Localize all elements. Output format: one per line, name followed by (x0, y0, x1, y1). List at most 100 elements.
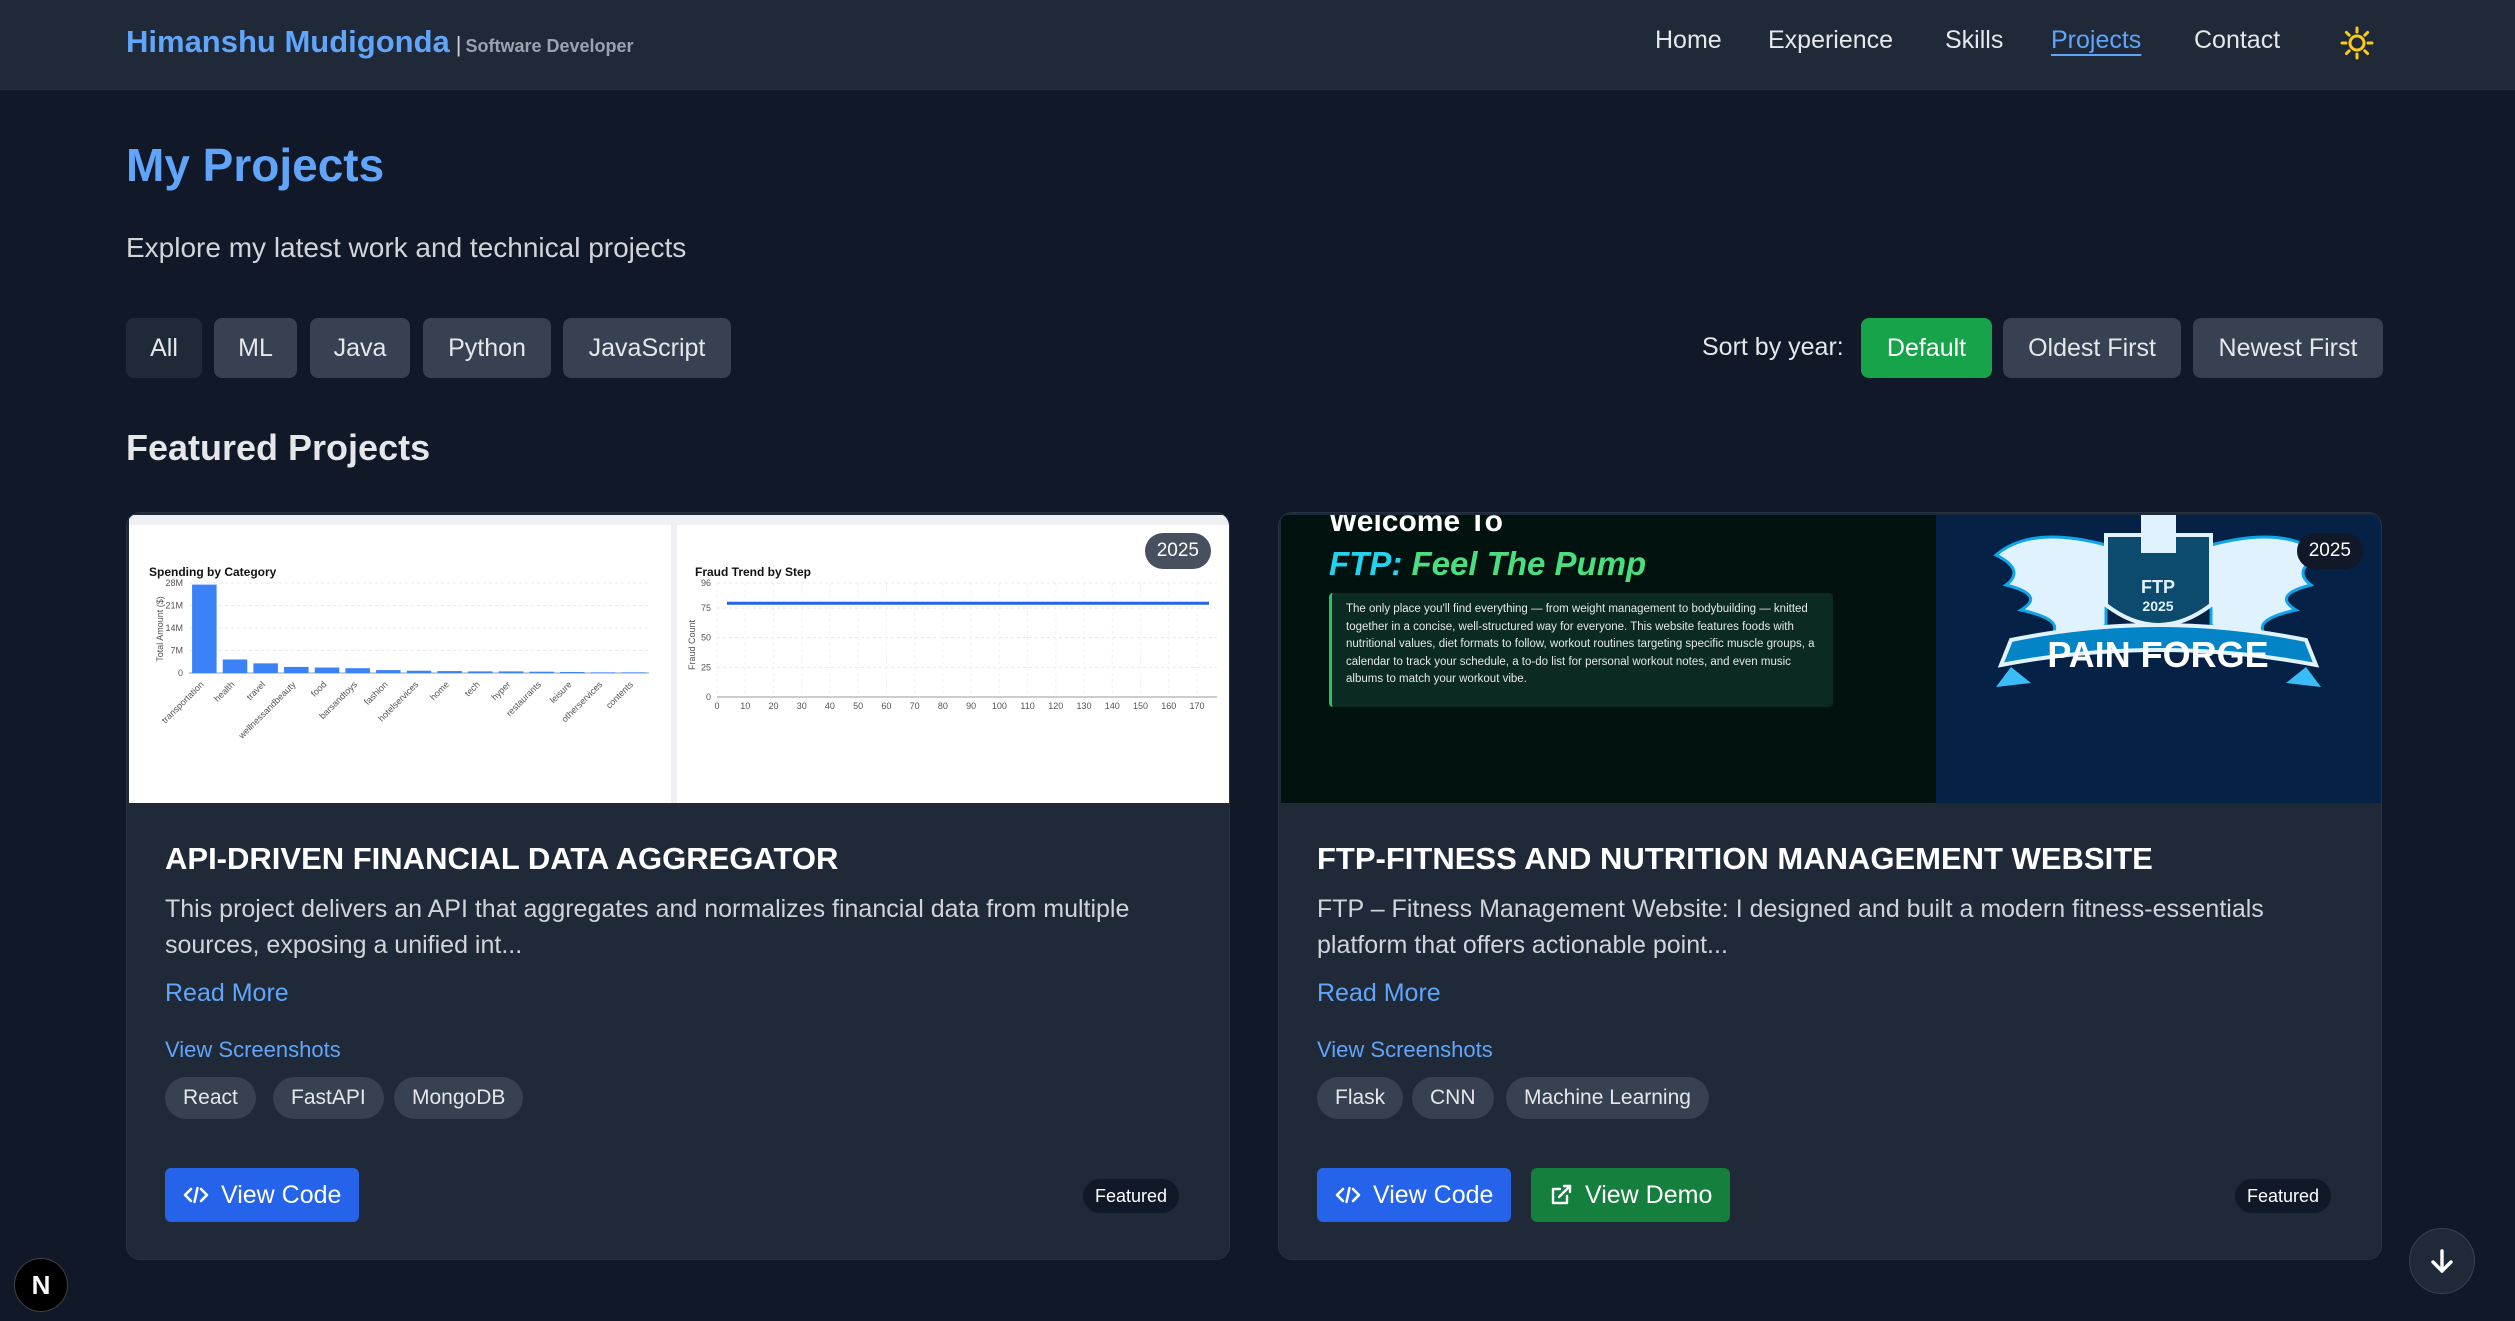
sort-default-button[interactable]: Default (1861, 318, 1992, 378)
y-tick-label: 50 (701, 633, 711, 643)
year-badge: 2025 (2296, 533, 2363, 569)
bar (529, 671, 554, 673)
year-badge: 2025 (1144, 533, 1211, 569)
x-tick-label: health (212, 679, 236, 703)
view-screenshots-link[interactable]: View Screenshots (165, 1037, 341, 1063)
bar (590, 672, 616, 673)
y-tick-label: 28M (165, 578, 183, 588)
nav-link-experience[interactable]: Experience (1768, 26, 1893, 55)
logo-year-text: 2025 (2142, 598, 2173, 614)
x-tick-label: 30 (797, 701, 807, 711)
x-tick-label: 160 (1161, 701, 1176, 711)
x-tick-label: fashion (362, 679, 390, 707)
bar (498, 671, 524, 673)
view-demo-button[interactable]: View Demo (1531, 1168, 1731, 1222)
x-tick-label: 140 (1105, 701, 1120, 711)
view-code-label: View Code (1373, 1180, 1494, 1209)
tech-tag: React (165, 1077, 256, 1119)
code-icon (1335, 1186, 1361, 1204)
featured-section-title: Featured Projects (126, 427, 431, 468)
project-screenshot[interactable]: Welcome To FTP: Feel The Pump The only p… (1281, 515, 2381, 803)
nextjs-dev-badge[interactable]: N (14, 1258, 68, 1312)
x-tick-label: 20 (768, 701, 778, 711)
x-tick-label: food (309, 679, 328, 698)
logo-ftp-text: FTP (2141, 577, 2175, 597)
filter-ml[interactable]: ML (214, 318, 297, 378)
x-tick-label: 130 (1077, 701, 1092, 711)
spending-chart: 28M 21M 14M 7M 0 Total Amount ($) transportati… (155, 578, 649, 741)
x-tick-label: contents (604, 679, 635, 710)
project-card: Spending by Category 28M 21M 14M 7M 0 Total A… (126, 512, 1230, 1260)
x-tick-label: 150 (1133, 701, 1148, 711)
bar (437, 671, 462, 673)
view-code-button[interactable]: View Code (1317, 1168, 1512, 1222)
x-tick-label: 50 (853, 701, 863, 711)
project-description: This project delivers an API that aggreg… (165, 895, 1130, 959)
view-code-button[interactable]: View Code (165, 1168, 360, 1222)
x-tick-label: hyper (489, 679, 512, 702)
tech-tag: CNN (1412, 1077, 1494, 1119)
x-tick-label: 40 (825, 701, 835, 711)
nav-link-home[interactable]: Home (1655, 26, 1722, 55)
ftp-headline-text: Feel The Pump (1411, 545, 1647, 582)
code-icon (183, 1186, 209, 1204)
arrow-down-icon (2431, 1249, 2453, 1273)
y-tick-label: 0 (706, 692, 711, 702)
project-title: FTP-FITNESS AND NUTRITION MANAGEMENT WEB… (1317, 841, 2153, 876)
tech-tag: Flask (1317, 1077, 1404, 1119)
bar (376, 670, 401, 673)
project-title: API-DRIVEN FINANCIAL DATA AGGREGATOR (165, 841, 839, 876)
x-tick-label: 110 (1020, 701, 1034, 711)
x-tick-label: 80 (938, 701, 948, 711)
x-tick-label: 170 (1189, 701, 1204, 711)
read-more-link[interactable]: Read More (1317, 979, 1441, 1008)
x-tick-label: 120 (1048, 701, 1063, 711)
y-axis-label: Total Amount ($) (155, 596, 165, 662)
x-tick-label: transportation (160, 679, 206, 725)
filter-python[interactable]: Python (423, 318, 551, 378)
tech-tag: MongoDB (394, 1077, 524, 1119)
x-tick-label: 0 (714, 701, 719, 711)
view-demo-label: View Demo (1585, 1180, 1713, 1209)
sun-icon[interactable] (2340, 26, 2374, 60)
bar (284, 666, 309, 673)
nav-link-contact[interactable]: Contact (2194, 26, 2280, 55)
bar (345, 668, 370, 673)
x-tick-label: tech (463, 679, 482, 698)
nav-links: Home Experience Skills Projects Contact (0, 26, 2515, 66)
ftp-welcome-text: Welcome To (1329, 515, 1503, 538)
y-tick-label: 7M (170, 646, 183, 656)
project-screenshot[interactable]: Spending by Category 28M 21M 14M 7M 0 Total A… (129, 515, 1229, 803)
y-tick-label: 0 (178, 668, 183, 678)
sort-newest-button[interactable]: Newest First (2193, 318, 2383, 378)
x-tick-label: 100 (992, 701, 1007, 711)
bar (222, 659, 248, 673)
filter-javascript[interactable]: JavaScript (563, 318, 731, 378)
ftp-hero-screenshot: Welcome To FTP: Feel The Pump The only p… (1281, 515, 1936, 803)
sort-oldest-button[interactable]: Oldest First (2003, 318, 2181, 378)
x-tick-label: 60 (881, 701, 891, 711)
scroll-down-button[interactable] (2409, 1228, 2475, 1294)
view-screenshots-link[interactable]: View Screenshots (1317, 1037, 1493, 1063)
ftp-headline-prefix: FTP: (1329, 545, 1403, 582)
read-more-link[interactable]: Read More (165, 979, 289, 1008)
bar (468, 671, 493, 673)
external-link-icon (1551, 1184, 1572, 1205)
bar (314, 667, 340, 673)
x-tick-label: 90 (966, 701, 976, 711)
filter-all[interactable]: All (126, 318, 202, 378)
navbar: Himanshu Mudigonda | Software Developer Ho… (0, 0, 2515, 90)
y-axis-label: Fraud Count (687, 619, 697, 670)
sort-label: Sort by year: (1702, 333, 1844, 361)
page-subtitle: Explore my latest work and technical pro… (126, 232, 687, 263)
nav-link-projects[interactable]: Projects (2051, 26, 2141, 55)
spending-chart-panel: Spending by Category 28M 21M 14M 7M 0 Total A… (129, 525, 671, 803)
y-tick-label: 96 (701, 578, 711, 588)
y-tick-label: 14M (165, 623, 183, 633)
nav-link-skills[interactable]: Skills (1945, 26, 2003, 55)
filter-java[interactable]: Java (310, 318, 410, 378)
y-tick-label: 75 (701, 603, 711, 613)
x-tick-label: wellnessandbeauty (236, 679, 298, 741)
ftp-headline: FTP: Feel The Pump (1329, 545, 1646, 583)
x-tick-label: 70 (910, 701, 920, 711)
